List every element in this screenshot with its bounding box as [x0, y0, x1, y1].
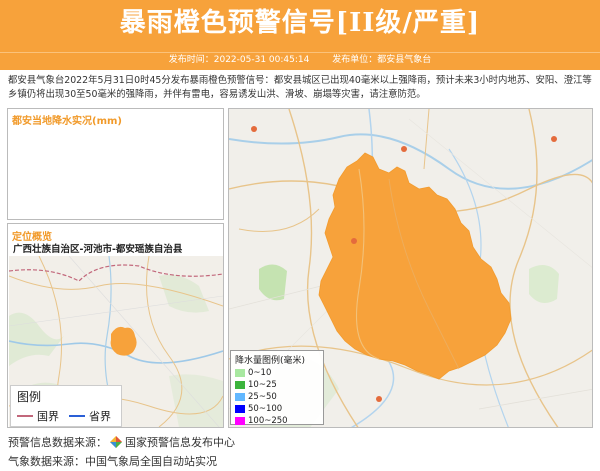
warning-description: 都安县气象台2022年5月31日0时45分发布暴雨橙色预警信号：都安县城区已出现… — [8, 75, 592, 100]
rainfall-legend-title: 降水量图例(毫米) — [235, 356, 306, 366]
region-path: 广西壮族自治区-河池市-都安瑶族自治县 — [13, 244, 183, 255]
rain-label-100-250: 100~250 — [248, 416, 288, 426]
weather-source-line: 气象数据来源：中国气象局全国自动站实况 — [8, 453, 217, 469]
national-border-label: 国界 — [37, 410, 59, 423]
legend-item-province-border: 省界 — [69, 408, 111, 424]
weather-source: 气象数据来源：中国气象局全国自动站实况 — [8, 455, 217, 468]
publish-time: 发布时间：2022-05-31 00:45:14 — [168, 55, 310, 65]
rainfall-legend-item: 100~250 — [235, 415, 319, 427]
border-legend: 图例 国界 省界 — [10, 385, 122, 427]
rainfall-legend-item: 0~10 — [235, 367, 319, 379]
rain-swatch-50-100 — [235, 405, 245, 413]
rainfall-legend: 降水量图例(毫米) 0~10 10~25 25~50 50~100 100~25… — [230, 350, 324, 427]
page-title: 暴雨橙色预警信号[II级/严重] — [119, 8, 481, 38]
rain-swatch-25-50 — [235, 393, 245, 401]
rainfall-legend-item: 50~100 — [235, 403, 319, 415]
border-legend-title: 图例 — [17, 390, 42, 404]
legend-item-national-border: 国界 — [17, 408, 59, 424]
rain-label-50-100: 50~100 — [248, 404, 283, 414]
province-border-swatch — [69, 415, 85, 417]
rain-swatch-10-25 — [235, 381, 245, 389]
rain-observation-panel: 都安当地降水实况(mm) — [7, 108, 224, 220]
rainfall-legend-item: 10~25 — [235, 379, 319, 391]
header-banner: 暴雨橙色预警信号[II级/严重] — [0, 0, 600, 53]
minimap-warning-area — [110, 326, 137, 356]
province-border-label: 省界 — [89, 410, 111, 423]
rain-label-25-50: 25~50 — [248, 392, 277, 402]
warning-source-line: 预警信息数据来源： 国家预警信息发布中心 — [8, 434, 235, 450]
national-border-swatch — [17, 415, 33, 417]
rainfall-legend-item: 25~50 — [235, 391, 319, 403]
warning-center-logo-icon — [110, 436, 122, 448]
rain-label-0-10: 0~10 — [248, 368, 272, 378]
header-meta: 发布时间：2022-05-31 00:45:14 发布单位：都安县气象台 — [0, 53, 600, 70]
warning-source-name[interactable]: 国家预警信息发布中心 — [125, 434, 235, 450]
warning-source-label: 预警信息数据来源： — [8, 436, 107, 449]
rain-label-10-25: 10~25 — [248, 380, 277, 390]
publisher: 发布单位：都安县气象台 — [332, 55, 432, 65]
rain-panel-title: 都安当地降水实况(mm) — [12, 116, 122, 127]
rain-swatch-100-250 — [235, 417, 245, 425]
rain-swatch-0-10 — [235, 369, 245, 377]
